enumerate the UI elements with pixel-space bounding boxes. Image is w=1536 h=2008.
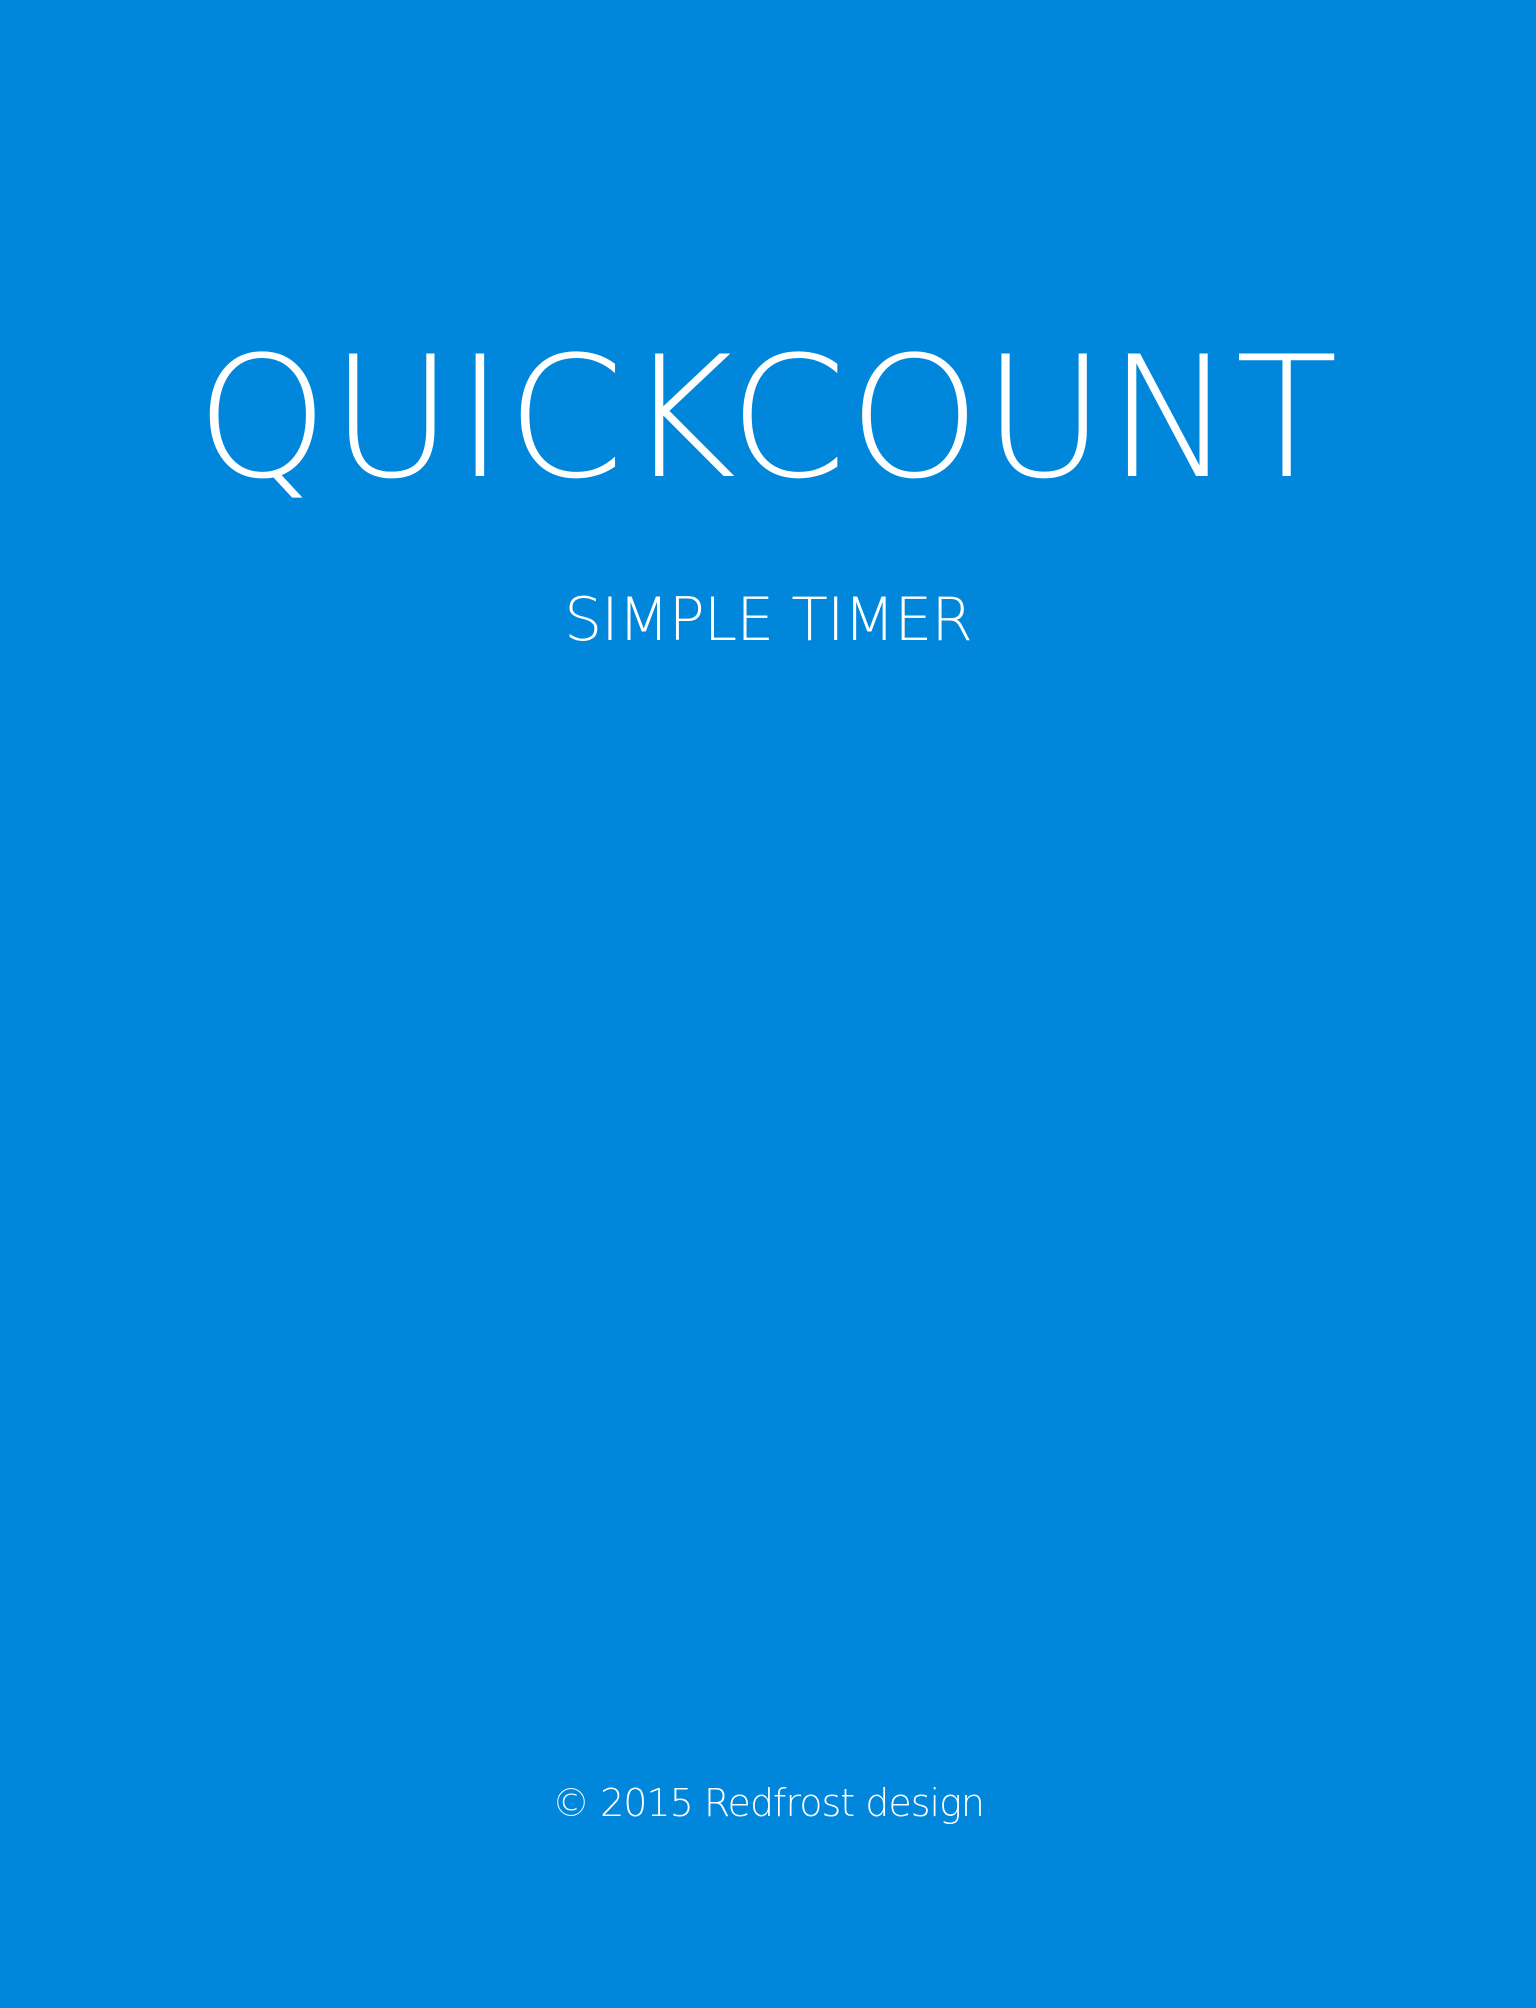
splash-screen: QUICKCOUNT SIMPLE TIMER © 2015 Redfrost … <box>0 0 1536 2008</box>
app-subtitle: SIMPLE TIMER <box>564 585 973 655</box>
app-title: QUICKCOUNT <box>196 320 1340 516</box>
copyright-notice: © 2015 Redfrost design <box>552 1781 985 1825</box>
